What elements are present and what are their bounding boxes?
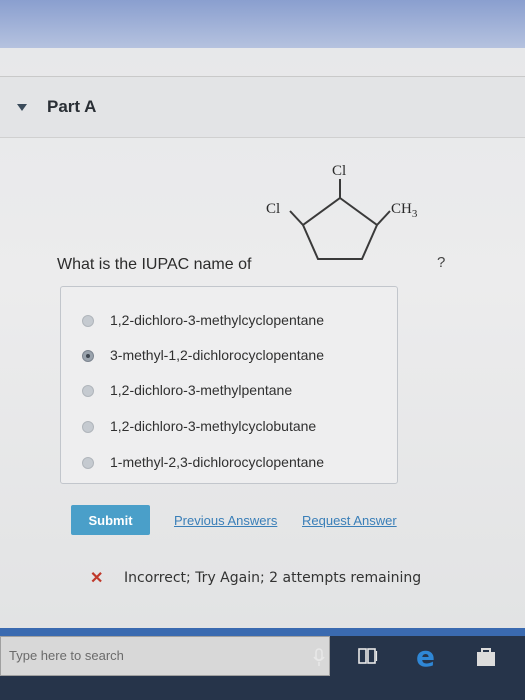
feedback-message: Incorrect; Try Again; 2 attempts remaini… [124, 570, 422, 586]
option-label: 1,2-dichloro-3-methylpentane [110, 382, 293, 398]
x-mark-icon: ✕ [90, 570, 104, 587]
cl-top-label: Cl [332, 163, 346, 179]
search-placeholder: Type here to search [9, 648, 124, 663]
radio-button[interactable] [82, 421, 94, 433]
option-label: 1,2-dichloro-3-methylcyclobutane [110, 418, 317, 434]
task-view-icon[interactable] [357, 646, 379, 666]
option-label: 1-methyl-2,3-dichlorocyclopentane [110, 454, 324, 470]
request-answer-link[interactable]: Request Answer [302, 513, 397, 528]
bond-left-cl [289, 210, 304, 226]
question-text: What is the IUPAC name of [57, 256, 252, 273]
bond-right-ch3 [376, 210, 391, 226]
browser-top-bar [0, 0, 525, 48]
help-question-mark[interactable]: ? [437, 254, 445, 271]
option-label: 3-methyl-1,2-dichlorocyclopentane [110, 347, 324, 363]
cyclopentane-ring [301, 196, 379, 260]
part-title: Part A [47, 97, 97, 116]
ch3-subscript: 3 [412, 208, 418, 220]
previous-answers-link[interactable]: Previous Answers [174, 513, 277, 528]
molecule-structure: Cl Cl CH3 [266, 163, 418, 260]
window-bottom-edge [0, 628, 525, 636]
store-icon[interactable] [475, 646, 497, 668]
ch3-label: CH3 [391, 201, 418, 220]
microphone-icon[interactable] [313, 648, 325, 668]
ch3-main: CH [391, 201, 412, 217]
radio-button[interactable] [82, 457, 94, 469]
radio-button[interactable] [82, 315, 94, 327]
radio-button-selected[interactable] [82, 350, 94, 362]
radio-button[interactable] [82, 385, 94, 397]
collapse-arrow-icon[interactable] [17, 104, 27, 111]
taskbar-search-box[interactable]: Type here to search [0, 636, 330, 676]
option-label: 1,2-dichloro-3-methylcyclopentane [110, 312, 324, 328]
submit-button[interactable]: Submit [71, 505, 150, 535]
cl-left-label: Cl [266, 201, 280, 217]
edge-browser-icon[interactable]: e [416, 640, 435, 673]
